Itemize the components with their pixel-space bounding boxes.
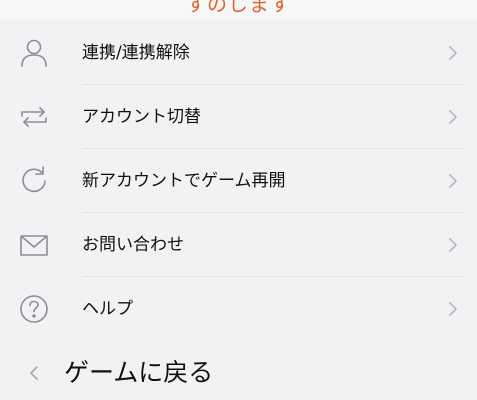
menu-item-contact[interactable]: お問い合わせ [0, 213, 477, 277]
menu-item-switch-account[interactable]: アカウント切替 [0, 85, 477, 149]
chevron-right-icon [446, 173, 460, 189]
back-to-game-button[interactable]: ゲームに戻る [0, 347, 477, 400]
chevron-right-icon [446, 301, 460, 317]
menu-item-label: お問い合わせ [82, 235, 184, 255]
menu-item-label: 新アカウントでゲーム再開 [82, 171, 286, 191]
header-partial-text: すのします [186, 0, 291, 16]
switch-arrows-icon [16, 99, 52, 135]
chevron-left-icon [27, 363, 41, 383]
back-to-game-label: ゲームに戻る [64, 358, 214, 387]
menu-item-label: 連携/連携解除 [82, 43, 190, 63]
chevron-right-icon [446, 237, 460, 253]
menu-item-label: アカウント切替 [82, 107, 201, 127]
header-strip: すのします [0, 0, 477, 20]
menu-item-label: ヘルプ [82, 299, 133, 319]
chevron-right-icon [446, 45, 460, 61]
settings-menu: 連携/連携解除 アカウント切替 新アカウントでゲーム再開 お問い合わせ ヘルプ [0, 21, 477, 347]
chevron-right-icon [446, 109, 460, 125]
menu-item-help[interactable]: ヘルプ [0, 277, 477, 341]
menu-item-new-account[interactable]: 新アカウントでゲーム再開 [0, 149, 477, 213]
mail-icon [16, 227, 52, 263]
menu-item-link-unlink[interactable]: 連携/連携解除 [0, 21, 477, 85]
help-icon [16, 291, 52, 327]
refresh-icon [16, 163, 52, 199]
user-icon [16, 35, 52, 71]
